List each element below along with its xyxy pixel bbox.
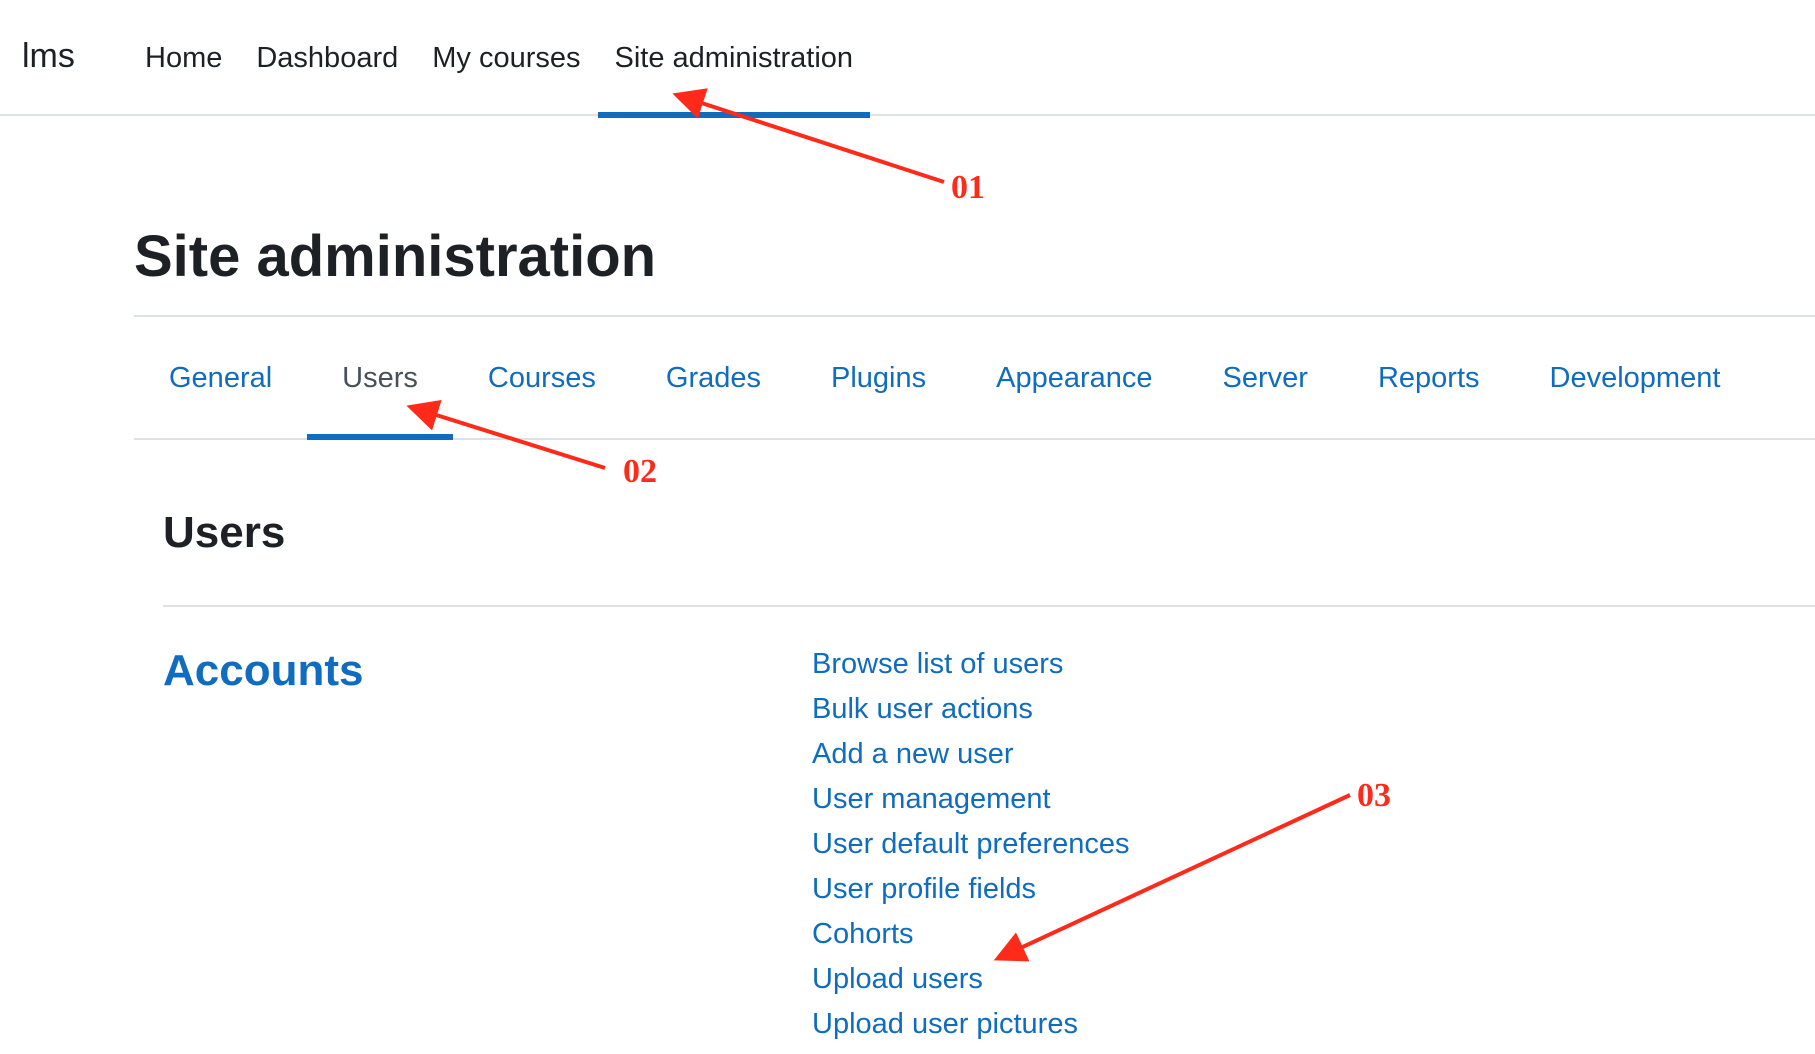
tab-courses[interactable]: Courses — [453, 318, 631, 438]
tab-appearance[interactable]: Appearance — [961, 318, 1187, 438]
tab-reports[interactable]: Reports — [1343, 318, 1515, 438]
section-title: Users — [163, 508, 286, 557]
annotation-label-03: 03 — [1357, 777, 1391, 814]
title-divider — [134, 315, 1815, 317]
accounts-link-list: Browse list of users Bulk user actions A… — [812, 642, 1130, 1047]
nav-dashboard[interactable]: Dashboard — [239, 0, 415, 116]
link-browse-list-of-users[interactable]: Browse list of users — [812, 642, 1130, 687]
link-upload-users[interactable]: Upload users — [812, 957, 1130, 1002]
nav-site-administration[interactable]: Site administration — [597, 0, 871, 118]
page-title: Site administration — [134, 224, 657, 289]
nav-my-courses[interactable]: My courses — [415, 0, 597, 116]
tab-grades[interactable]: Grades — [631, 318, 796, 438]
link-bulk-user-actions[interactable]: Bulk user actions — [812, 687, 1130, 732]
tab-users[interactable]: Users — [307, 318, 453, 440]
annotation-label-01: 01 — [951, 169, 985, 206]
tab-general[interactable]: General — [134, 318, 307, 438]
link-add-a-new-user[interactable]: Add a new user — [812, 732, 1130, 777]
link-upload-user-pictures[interactable]: Upload user pictures — [812, 1002, 1130, 1047]
nav-home[interactable]: Home — [128, 0, 239, 116]
link-user-management[interactable]: User management — [812, 777, 1130, 822]
section-divider — [163, 605, 1815, 607]
page: lms Home Dashboard My courses Site admin… — [0, 0, 1815, 1054]
admin-tabs: General Users Courses Grades Plugins App… — [134, 318, 1815, 440]
link-cohorts[interactable]: Cohorts — [812, 912, 1130, 957]
link-user-default-preferences[interactable]: User default preferences — [812, 822, 1130, 867]
tab-server[interactable]: Server — [1188, 318, 1343, 438]
site-brand[interactable]: lms — [22, 34, 75, 78]
tab-plugins[interactable]: Plugins — [796, 318, 961, 438]
link-user-profile-fields[interactable]: User profile fields — [812, 867, 1130, 912]
primary-navigation: Home Dashboard My courses Site administr… — [128, 0, 871, 118]
category-accounts-link[interactable]: Accounts — [163, 643, 363, 699]
tab-development[interactable]: Development — [1515, 318, 1756, 438]
top-navbar: lms Home Dashboard My courses Site admin… — [0, 0, 1815, 118]
annotation-label-02: 02 — [623, 453, 657, 490]
